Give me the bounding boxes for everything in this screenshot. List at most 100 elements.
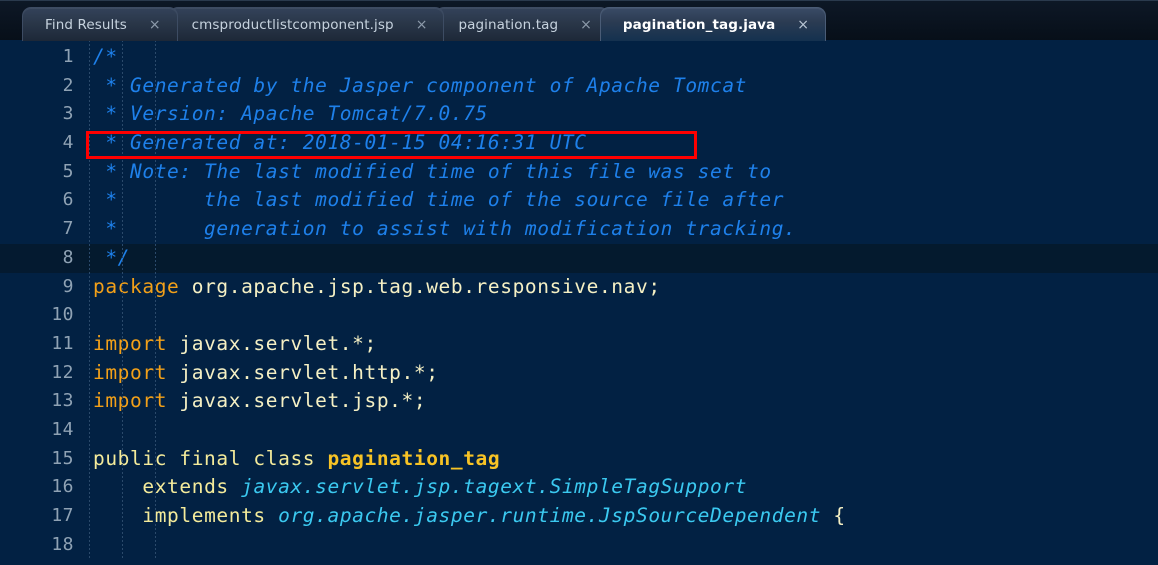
code-line-content: import javax.servlet.http.*; xyxy=(80,359,1158,388)
code-token-punc xyxy=(229,475,241,498)
code-line[interactable]: 12 import javax.servlet.http.*; xyxy=(0,359,1158,388)
editor-tab-label: cmsproductlistcomponent.jsp xyxy=(191,16,394,33)
editor-tab-bar: Find Results × cmsproductlistcomponent.jsp… xyxy=(0,0,1158,41)
editor-tab-find-results[interactable]: Find Results × xyxy=(22,7,178,41)
code-line-content: extends javax.servlet.jsp.tagext.SimpleT… xyxy=(80,473,1158,502)
line-number: 2 xyxy=(62,74,74,96)
code-token-punc: { xyxy=(821,504,846,527)
code-token-cmt: */ xyxy=(93,245,131,269)
code-line-content xyxy=(80,416,1158,445)
code-token-kw: import xyxy=(93,360,168,384)
code-token-kw2: implements xyxy=(142,504,266,527)
line-number: 10 xyxy=(51,304,74,326)
tab-strip: Find Results × cmsproductlistcomponent.jsp… xyxy=(0,7,827,41)
code-token-punc xyxy=(167,361,179,384)
code-line[interactable]: 10 xyxy=(0,301,1158,330)
code-line-content: */ xyxy=(80,243,1158,273)
editor-tab-cmsproductlistcomponent-jsp[interactable]: cmsproductlistcomponent.jsp × xyxy=(168,7,445,41)
code-token-cls: pagination_tag xyxy=(327,446,501,470)
code-token-ident: org.apache.jsp.tag.web.responsive.nav; xyxy=(191,274,661,298)
code-token-cmt: * Note: The last modified time of this f… xyxy=(93,159,772,183)
line-number: 9 xyxy=(62,275,74,297)
code-line[interactable]: 7 * generation to assist with modificati… xyxy=(0,215,1158,244)
code-line[interactable]: 13 import javax.servlet.jsp.*; xyxy=(0,387,1158,416)
code-token-punc xyxy=(179,275,191,298)
line-number: 15 xyxy=(51,447,74,469)
code-line-content: * Generated by the Jasper component of A… xyxy=(80,72,1158,101)
editor-tab-pagination-tag-java[interactable]: pagination_tag.java × xyxy=(599,7,827,41)
code-line-content: public final class pagination_tag xyxy=(80,445,1158,474)
code-token-ident: javax.servlet.http.*; xyxy=(179,360,439,384)
code-line-content: import javax.servlet.jsp.*; xyxy=(80,387,1158,416)
code-line-content: package org.apache.jsp.tag.web.responsiv… xyxy=(80,273,1158,302)
code-token-punc xyxy=(315,447,327,470)
code-token-kw: package xyxy=(93,274,180,298)
code-token-ident: javax.servlet.jsp.*; xyxy=(179,389,427,413)
editor-tab-label: pagination_tag.java xyxy=(622,16,776,33)
line-number: 7 xyxy=(62,218,74,240)
code-line[interactable]: 6 * the last modified time of the source… xyxy=(0,186,1158,215)
line-number: 4 xyxy=(62,132,74,154)
line-number: 1 xyxy=(62,46,74,67)
close-icon[interactable]: × xyxy=(797,18,809,32)
code-line[interactable]: 16 extends javax.servlet.jsp.tagext.Simp… xyxy=(0,473,1158,502)
editor-tab-label: Find Results xyxy=(45,16,127,33)
code-line-content: * Version: Apache Tomcat/7.0.75 xyxy=(80,100,1158,129)
code-token-cmt: /* xyxy=(93,45,118,68)
code-line[interactable]: 11 import javax.servlet.*; xyxy=(0,330,1158,359)
code-line-content xyxy=(80,301,1158,330)
line-number: 12 xyxy=(51,361,74,383)
editor-tab-pagination-tag[interactable]: pagination.tag × xyxy=(435,7,609,41)
code-token-kw2: public final class xyxy=(93,446,316,470)
line-number: 16 xyxy=(51,476,74,498)
code-line-content: /* xyxy=(80,43,1158,72)
line-number: 11 xyxy=(51,332,74,354)
code-token-cmt: * the last modified time of the source f… xyxy=(93,188,785,212)
code-line-content: implements org.apache.jasper.runtime.Jsp… xyxy=(80,502,1158,531)
code-line[interactable]: 14 xyxy=(0,416,1158,445)
code-line[interactable]: 5 * Note: The last modified time of this… xyxy=(0,158,1158,187)
code-editor-pane[interactable]: 1 /* 2 * Generated by the Jasper component… xyxy=(0,40,1158,565)
close-icon[interactable]: × xyxy=(149,18,161,32)
code-line[interactable]: 15 public final class pagination_tag xyxy=(0,445,1158,474)
close-icon[interactable]: × xyxy=(580,18,592,32)
line-number: 3 xyxy=(62,103,74,125)
code-token-punc xyxy=(93,475,142,498)
code-line[interactable]: 1 /* xyxy=(0,43,1158,72)
code-line[interactable]: 8 */ xyxy=(0,243,1158,273)
line-number: 14 xyxy=(51,418,74,440)
code-text-area[interactable]: 1 /* 2 * Generated by the Jasper component… xyxy=(0,40,1158,560)
code-line-content: * Generated at: 2018-01-15 04:16:31 UTC xyxy=(80,129,1158,158)
code-line-content xyxy=(80,531,1158,560)
code-token-ident: javax.servlet.*; xyxy=(179,331,377,355)
line-number: 17 xyxy=(51,505,74,526)
code-token-kw: import xyxy=(93,331,168,355)
code-token-cmt: * Generated by the Jasper component of A… xyxy=(93,73,748,97)
code-editor-window: Find Results × cmsproductlistcomponent.jsp… xyxy=(0,0,1158,565)
line-number: 18 xyxy=(51,533,74,555)
code-token-cmt: * generation to assist with modification… xyxy=(93,217,797,241)
code-line[interactable]: 9 package org.apache.jsp.tag.web.responsi… xyxy=(0,273,1158,302)
code-line-content: * Note: The last modified time of this f… xyxy=(80,158,1158,187)
code-line[interactable]: 17 implements org.apache.jasper.runtime.… xyxy=(0,502,1158,531)
close-icon[interactable]: × xyxy=(416,18,428,32)
code-token-punc xyxy=(93,504,142,527)
code-token-type: javax.servlet.jsp.tagext.SimpleTagSuppor… xyxy=(241,475,748,499)
editor-tab-label: pagination.tag xyxy=(458,16,559,33)
code-token-kw2: extends xyxy=(142,475,229,499)
line-number: 13 xyxy=(51,390,74,412)
code-token-punc xyxy=(266,504,278,527)
code-line[interactable]: 3 * Version: Apache Tomcat/7.0.75 xyxy=(0,100,1158,129)
code-token-punc xyxy=(167,389,179,412)
code-token-cmt: * Version: Apache Tomcat/7.0.75 xyxy=(93,102,488,126)
code-line[interactable]: 4 * Generated at: 2018-01-15 04:16:31 UT… xyxy=(0,129,1158,158)
line-number: 8 xyxy=(0,243,80,273)
code-line[interactable]: 18 xyxy=(0,531,1158,560)
code-line-content: import javax.servlet.*; xyxy=(80,330,1158,359)
tab-strip-lead-spacer xyxy=(0,7,22,41)
code-token-cmt: * Generated at: 2018-01-15 04:16:31 UTC xyxy=(93,131,587,155)
line-number: 5 xyxy=(62,160,74,182)
code-line[interactable]: 2 * Generated by the Jasper component of… xyxy=(0,72,1158,101)
code-line-content: * generation to assist with modification… xyxy=(80,215,1158,244)
code-token-punc xyxy=(167,332,179,355)
